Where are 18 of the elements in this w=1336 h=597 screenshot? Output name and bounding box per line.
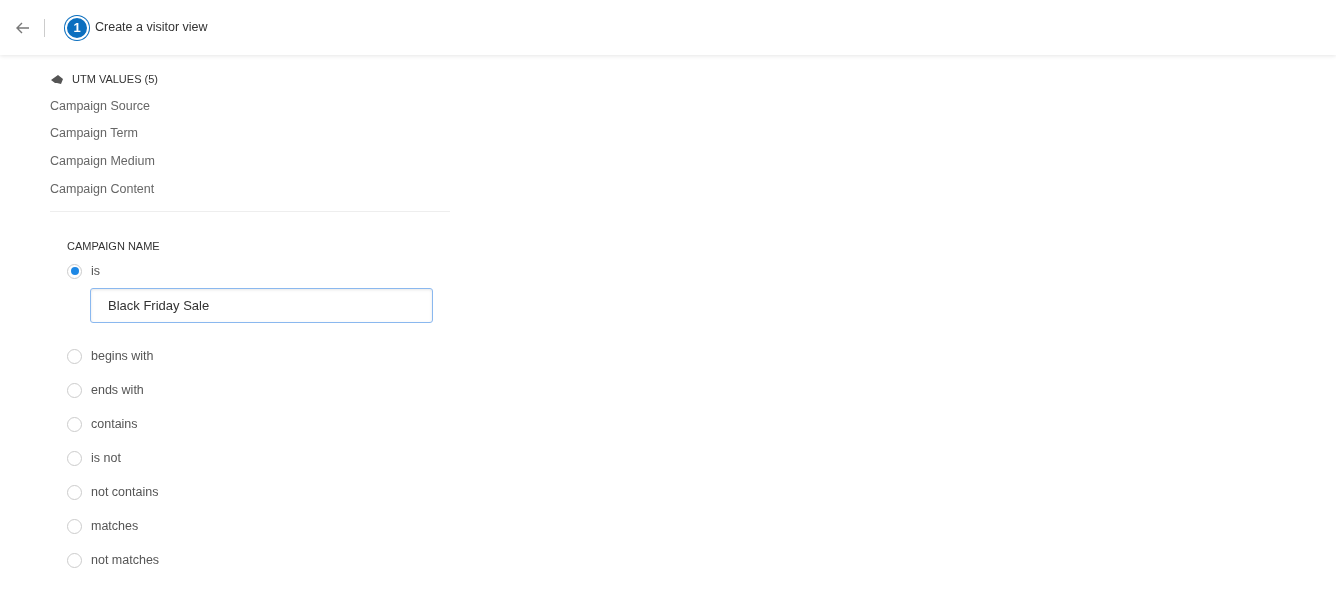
utm-item[interactable]: Campaign Source [50, 96, 450, 116]
text-field[interactable]: Black Friday Sale [90, 288, 433, 323]
step-number: 1 [65, 15, 89, 40]
option-label: is [91, 262, 101, 280]
option-label: matches [91, 517, 139, 535]
option-label: not matches [91, 551, 160, 569]
filter-label: CAMPAIGN NAME [67, 238, 161, 254]
utm-item[interactable]: Campaign Term [50, 124, 450, 143]
option-label: is not [91, 449, 121, 467]
page-title: Create a visitor view [95, 19, 208, 37]
option-label: not contains [91, 483, 159, 501]
utm-item[interactable]: Campaign Content [50, 179, 450, 199]
option-label: contains [91, 415, 138, 433]
option-label: ends with [91, 381, 144, 399]
utm-item[interactable]: Campaign Medium [50, 152, 450, 171]
section-heading: UTM VALUES (5) [72, 72, 158, 87]
option-label: begins with [91, 347, 154, 365]
back-button[interactable] [16, 21, 30, 34]
